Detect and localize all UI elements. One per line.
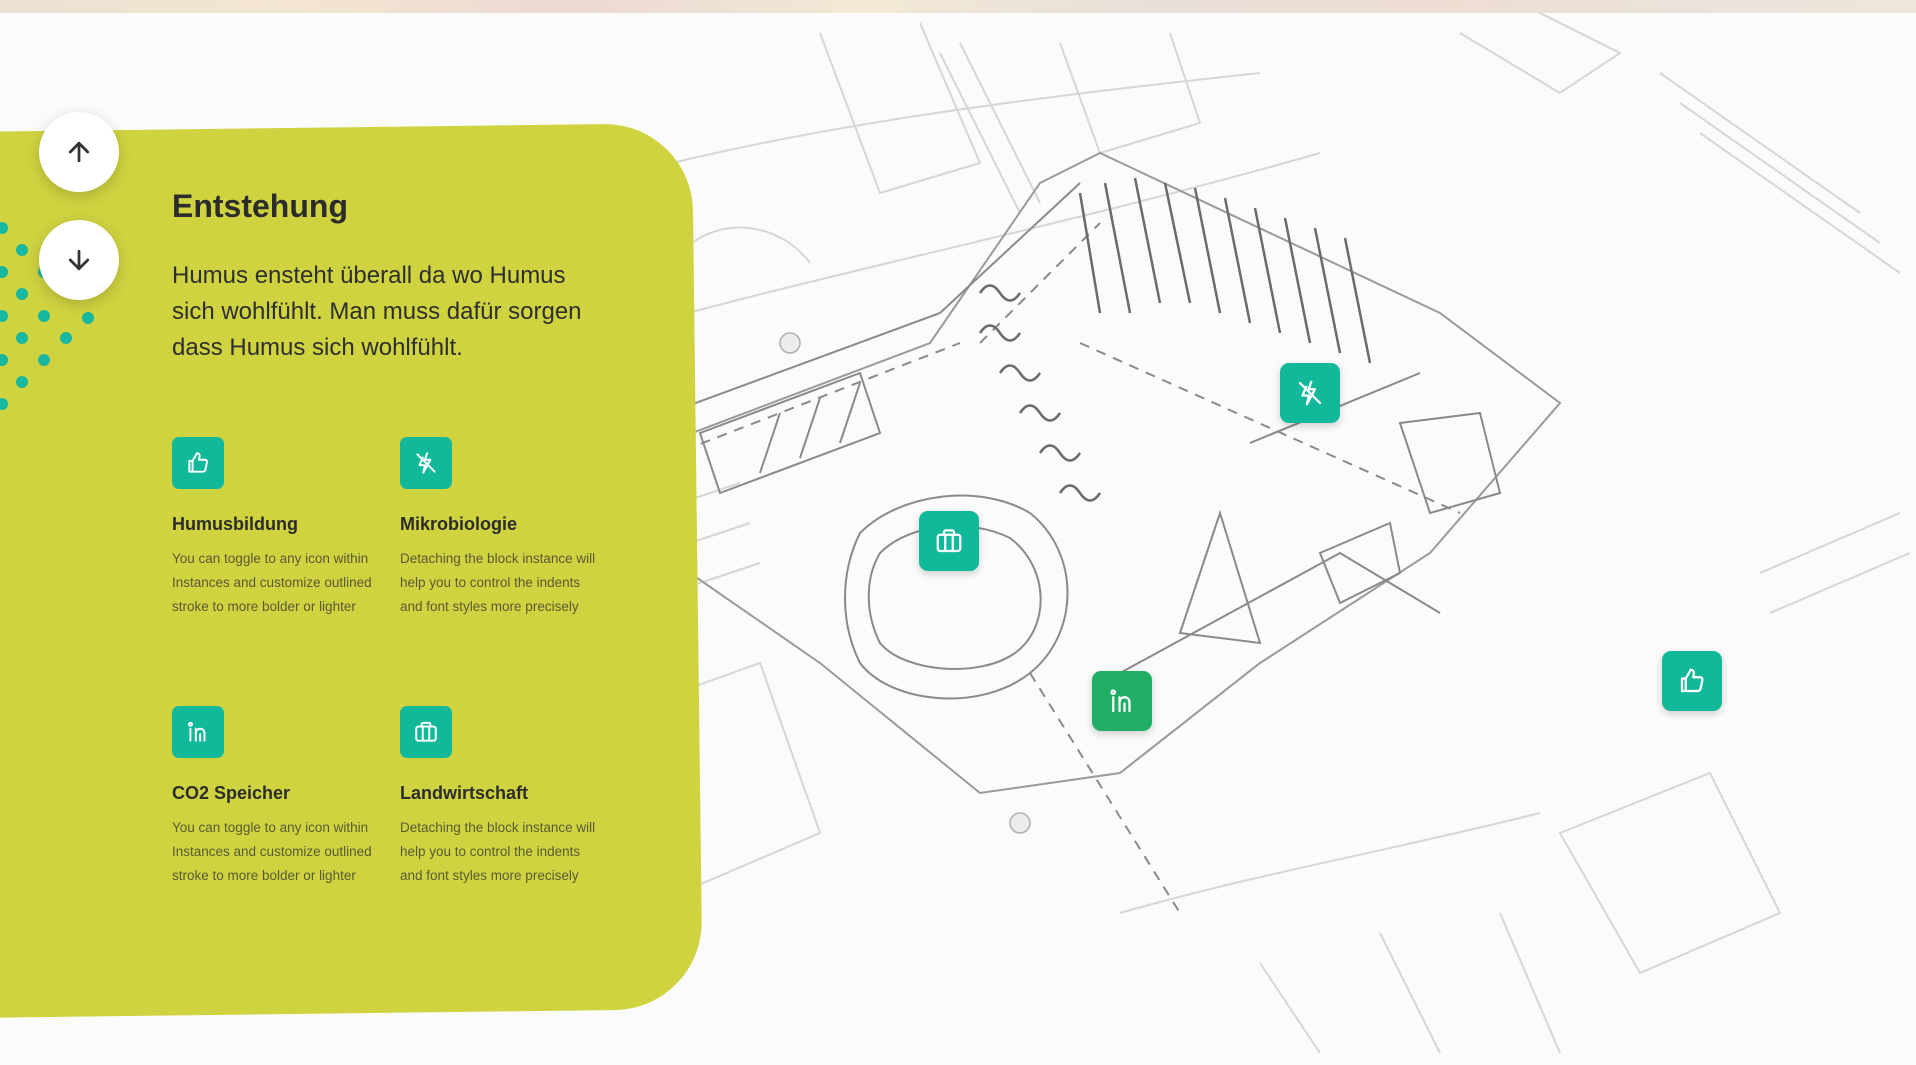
map-pin-mikrobiologie[interactable] [1280, 363, 1340, 423]
thumbs-up-icon [188, 452, 209, 473]
feature-description: Detaching the block instance will help y… [400, 820, 596, 883]
feature-title: Landwirtschaft [400, 783, 529, 803]
feature-description: Detaching the block instance will help y… [400, 551, 596, 614]
linkedin-icon [1110, 689, 1131, 713]
lightning-off-icon [416, 452, 436, 474]
feature-title: Mikrobiologie [400, 514, 517, 534]
feature-title: CO2 Speicher [172, 783, 291, 803]
feature-description: You can toggle to any icon within Instan… [172, 551, 372, 614]
feature-co2-speicher: CO2 Speicher You can toggle to any icon … [172, 706, 372, 888]
map-pin-landwirtschaft[interactable] [919, 511, 979, 571]
briefcase-icon [415, 721, 437, 742]
thumbs-up-icon [1680, 668, 1704, 693]
arrow-down-icon [68, 249, 90, 271]
feature-title: Humusbildung [172, 514, 298, 534]
map-pin-co2-speicher[interactable] [1092, 671, 1152, 731]
feature-humusbildung: Humusbildung You can toggle to any icon … [172, 437, 372, 619]
feature-icon-box [400, 706, 452, 758]
feature-icon-box [172, 437, 224, 489]
briefcase-icon [936, 529, 962, 553]
section-intro: Humus ensteht überall da wo Humus sich w… [172, 262, 582, 361]
village-sketch-illustration [560, 13, 1911, 1054]
map-pin-humusbildung[interactable] [1662, 651, 1722, 711]
scroll-down-button[interactable] [39, 220, 119, 300]
scroll-up-button[interactable] [39, 112, 119, 192]
linkedin-icon [187, 721, 206, 742]
top-image-strip [0, 0, 1916, 13]
feature-description: You can toggle to any icon within Instan… [172, 820, 372, 883]
feature-mikrobiologie: Mikrobiologie Detaching the block instan… [400, 437, 600, 619]
feature-landwirtschaft: Landwirtschaft Detaching the block insta… [400, 706, 600, 888]
lightning-off-icon [1298, 380, 1322, 406]
feature-icon-box [172, 706, 224, 758]
arrow-up-icon [68, 141, 90, 163]
feature-icon-box [400, 437, 452, 489]
section-title: Entstehung [172, 188, 348, 224]
